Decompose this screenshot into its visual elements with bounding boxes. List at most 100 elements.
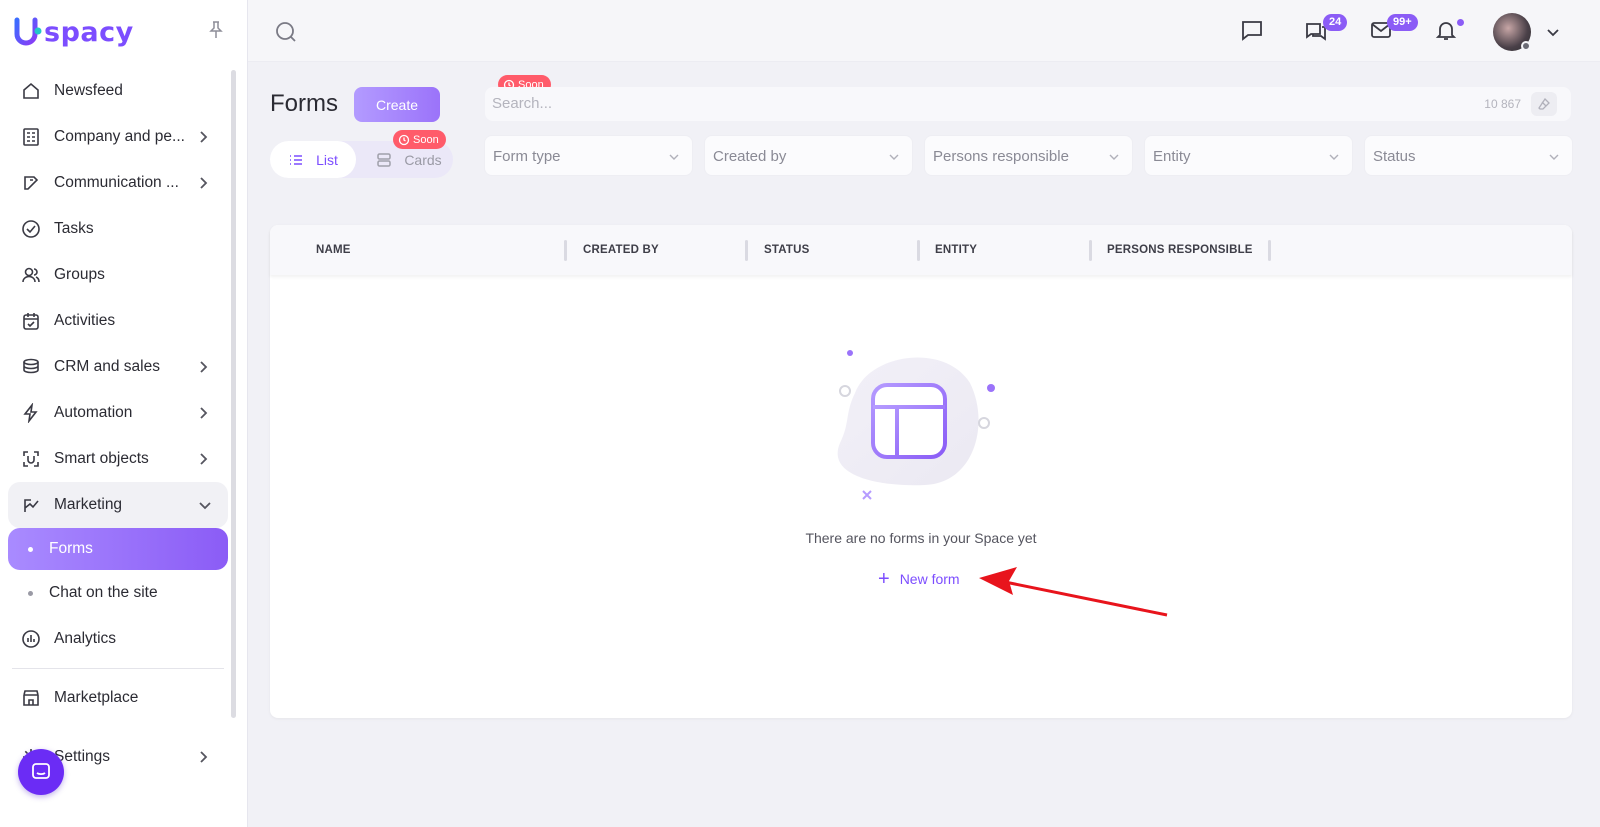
sidebar-item-label: Newsfeed xyxy=(54,82,123,99)
messages-icon[interactable] xyxy=(1240,18,1266,44)
sidebar-item-groups[interactable]: Groups xyxy=(8,252,228,298)
sidebar-item-label: Automation xyxy=(54,404,133,421)
bullet-icon xyxy=(28,546,33,552)
forms-table: NAME CREATED BY STATUS ENTITY PERSONS RE… xyxy=(270,225,1572,718)
sidebar-item-label: Activities xyxy=(54,312,116,329)
chevron-right-icon xyxy=(198,748,210,766)
filter-created-by[interactable]: Created by xyxy=(704,135,913,176)
clock-icon xyxy=(398,134,410,145)
sidebar-item-tasks[interactable]: Tasks xyxy=(8,206,228,252)
table-header: NAME CREATED BY STATUS ENTITY PERSONS RE… xyxy=(270,225,1572,275)
empty-state-illustration xyxy=(815,343,995,503)
column-header-status[interactable]: STATUS xyxy=(764,244,810,256)
chevron-down-icon xyxy=(1328,150,1340,162)
tasks-icon xyxy=(20,218,42,240)
soon-badge: Soon xyxy=(393,130,446,149)
chevron-right-icon xyxy=(198,404,210,422)
sidebar-item-label: Marketing xyxy=(54,496,123,513)
pin-icon[interactable] xyxy=(208,20,226,40)
sidebar-item-chat-on-site[interactable]: Chat on the site xyxy=(8,570,228,616)
sidebar-divider xyxy=(12,668,224,669)
sidebar-item-crm[interactable]: CRM and sales xyxy=(8,344,228,390)
sidebar-item-communication[interactable]: Communication ... xyxy=(8,160,228,206)
plus-icon: + xyxy=(878,568,890,590)
sidebar-item-label: CRM and sales xyxy=(54,358,160,375)
column-header-persons-responsible[interactable]: PERSONS RESPONSIBLE xyxy=(1107,244,1253,256)
column-resizer[interactable] xyxy=(1268,240,1271,261)
sidebar-item-company[interactable]: Company and pe... xyxy=(8,114,228,160)
column-resizer[interactable] xyxy=(917,240,920,261)
sidebar-item-label: Company and pe... xyxy=(54,128,185,145)
new-form-button[interactable]: + New form xyxy=(878,568,960,590)
chevron-down-icon[interactable] xyxy=(1545,24,1561,40)
top-bar: 24 99+ xyxy=(248,0,1600,62)
sidebar-item-marketplace[interactable]: Marketplace xyxy=(8,675,228,721)
filter-label: Entity xyxy=(1153,148,1191,165)
filter-label: Persons responsible xyxy=(933,148,1069,165)
create-button[interactable]: Create xyxy=(354,87,440,122)
sidebar-item-newsfeed[interactable]: Newsfeed xyxy=(8,68,228,114)
sidebar-item-forms[interactable]: Forms xyxy=(8,528,228,570)
sidebar-item-activities[interactable]: Activities xyxy=(8,298,228,344)
column-header-created-by[interactable]: CREATED BY xyxy=(583,244,659,256)
analytics-icon xyxy=(20,628,42,650)
sidebar-item-label: Tasks xyxy=(54,220,94,237)
filter-label: Status xyxy=(1373,148,1416,165)
chevron-down-icon xyxy=(888,150,900,162)
view-list-label: List xyxy=(316,151,338,168)
column-resizer[interactable] xyxy=(745,240,748,261)
chevron-right-icon xyxy=(198,358,210,376)
sidebar-item-label: Forms xyxy=(49,540,93,557)
soon-label: Soon xyxy=(413,133,439,146)
sidebar-item-label: Smart objects xyxy=(54,450,149,467)
search-count: 10 867 xyxy=(1484,97,1521,111)
clear-search-button[interactable] xyxy=(1531,92,1557,116)
search-icon[interactable] xyxy=(274,20,298,44)
sidebar-item-automation[interactable]: Automation xyxy=(8,390,228,436)
view-list-button[interactable]: List xyxy=(270,141,356,178)
filter-label: Form type xyxy=(493,148,561,165)
chevron-down-icon xyxy=(1548,150,1560,162)
eraser-icon xyxy=(1538,97,1550,110)
app-logo[interactable]: spacy xyxy=(14,14,134,50)
page-title: Forms xyxy=(270,90,338,117)
sidebar-nav: Newsfeed Company and pe... Communication… xyxy=(8,68,228,780)
crm-icon xyxy=(20,356,42,378)
sidebar-item-marketing[interactable]: Marketing xyxy=(8,482,228,528)
filter-label: Created by xyxy=(713,148,787,165)
new-form-label: New form xyxy=(899,571,960,587)
chevron-right-icon xyxy=(198,450,210,468)
column-header-name[interactable]: NAME xyxy=(316,244,351,256)
filter-entity[interactable]: Entity xyxy=(1144,135,1353,176)
view-cards-label: Cards xyxy=(404,151,442,168)
filter-form-type[interactable]: Form type xyxy=(484,135,693,176)
column-resizer[interactable] xyxy=(1089,240,1092,261)
smart-objects-icon xyxy=(20,448,42,470)
marketing-icon xyxy=(20,494,42,516)
logo-mark-icon xyxy=(14,17,42,47)
search-input[interactable]: Search... 10 867 xyxy=(485,87,1571,121)
lightning-icon xyxy=(20,402,42,424)
bullet-icon xyxy=(28,590,33,596)
chevron-down-icon xyxy=(668,150,680,162)
notification-dot xyxy=(1457,19,1464,26)
sidebar-scrollbar[interactable] xyxy=(231,70,236,718)
column-resizer[interactable] xyxy=(564,240,567,261)
filter-status[interactable]: Status xyxy=(1364,135,1573,176)
company-icon xyxy=(20,126,42,148)
sidebar-item-label: Marketplace xyxy=(54,689,139,706)
sidebar: spacy Newsfeed Company and pe... Communi… xyxy=(0,0,248,827)
column-header-entity[interactable]: ENTITY xyxy=(935,244,977,256)
filter-persons-responsible[interactable]: Persons responsible xyxy=(924,135,1133,176)
chevron-down-icon xyxy=(198,496,211,514)
chats-badge: 24 xyxy=(1323,14,1348,31)
home-icon xyxy=(20,80,42,102)
status-indicator xyxy=(1521,41,1531,51)
marketplace-icon xyxy=(20,687,42,709)
sidebar-item-label: Groups xyxy=(54,266,105,283)
sidebar-item-label: Analytics xyxy=(54,630,117,647)
mail-badge: 99+ xyxy=(1387,14,1418,31)
sidebar-item-smart-objects[interactable]: Smart objects xyxy=(8,436,228,482)
support-chat-button[interactable] xyxy=(18,749,64,795)
sidebar-item-analytics[interactable]: Analytics xyxy=(8,616,228,662)
